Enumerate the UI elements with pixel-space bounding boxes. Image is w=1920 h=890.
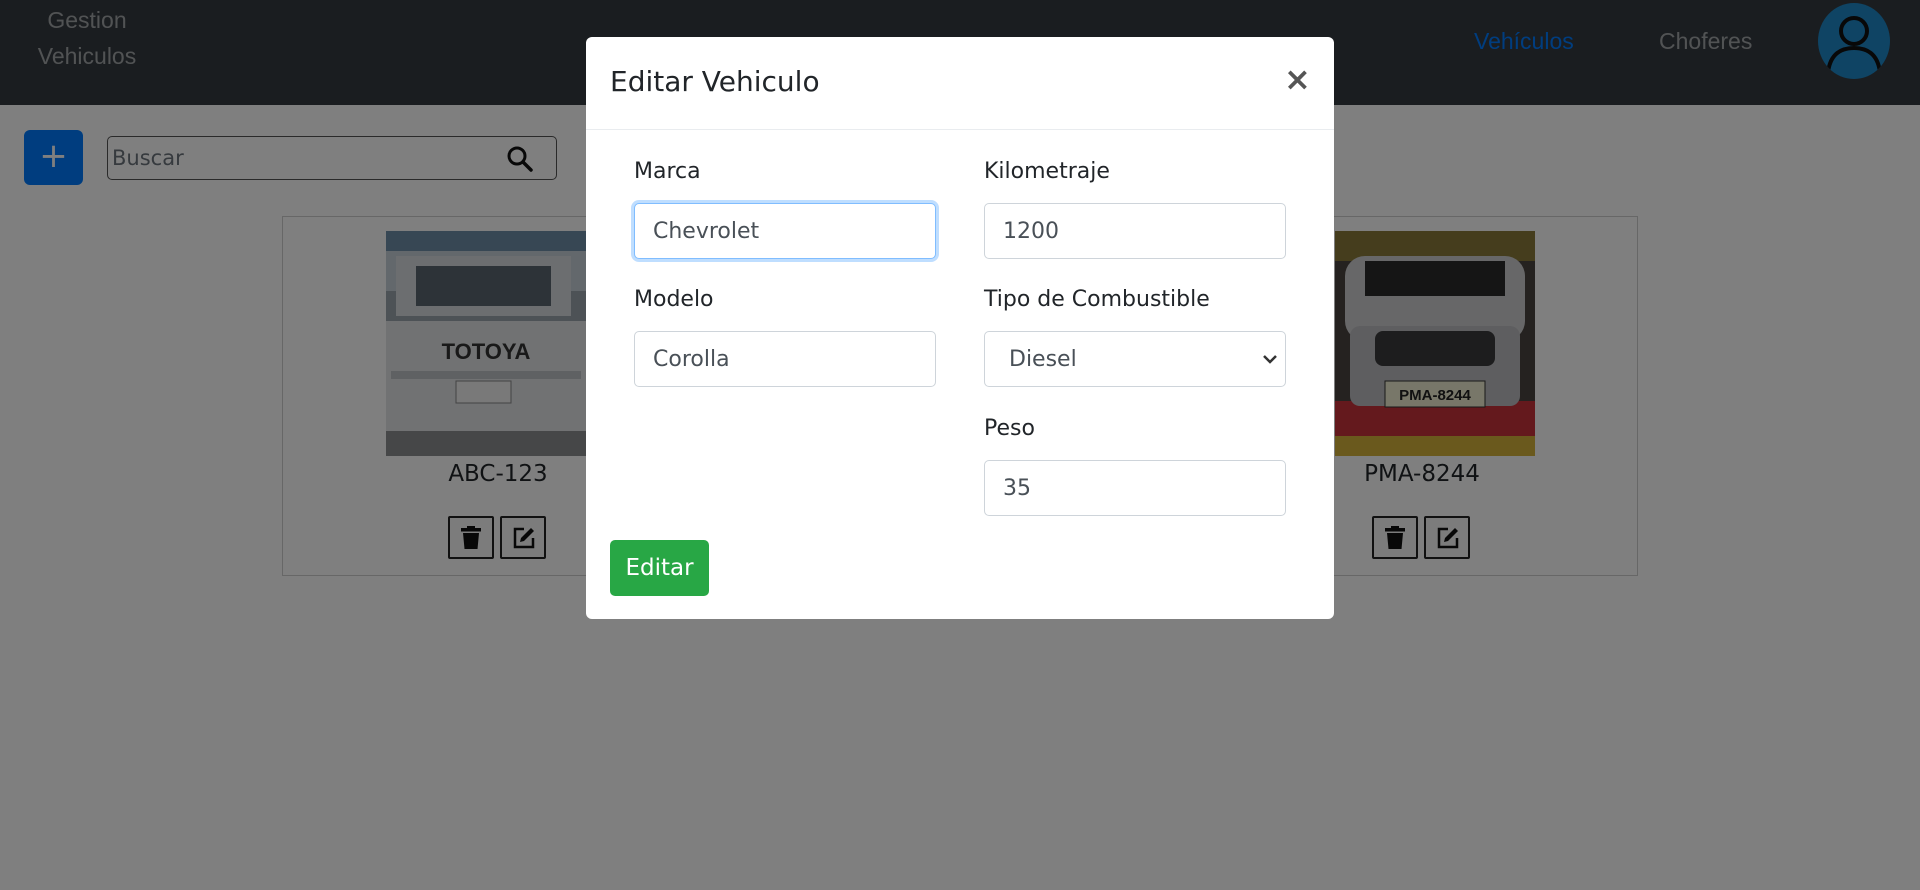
peso-input[interactable]	[984, 460, 1286, 516]
combustible-label: Tipo de Combustible	[984, 287, 1210, 312]
edit-submit-button[interactable]: Editar	[610, 540, 709, 596]
close-icon[interactable]: ×	[1284, 63, 1311, 95]
kilometraje-label: Kilometraje	[984, 159, 1110, 184]
combustible-select[interactable]: Diesel	[984, 331, 1286, 387]
peso-label: Peso	[984, 416, 1035, 441]
modelo-input[interactable]	[634, 331, 936, 387]
modelo-label: Modelo	[634, 287, 714, 312]
modal-title: Editar Vehiculo	[610, 65, 820, 98]
edit-vehicle-modal: Editar Vehiculo × Marca Kilometraje Mode…	[586, 37, 1334, 619]
modal-header: Editar Vehiculo ×	[586, 37, 1334, 130]
kilometraje-input[interactable]	[984, 203, 1286, 259]
marca-input[interactable]	[634, 203, 936, 259]
marca-label: Marca	[634, 159, 701, 184]
